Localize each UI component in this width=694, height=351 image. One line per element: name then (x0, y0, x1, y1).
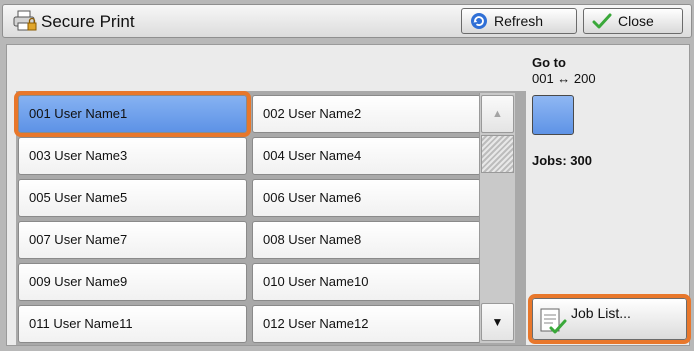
list-item[interactable]: 005 User Name5 (18, 179, 247, 217)
list-item[interactable]: 010 User Name10 (252, 263, 481, 301)
list-item[interactable]: 011 User Name11 (18, 305, 247, 343)
list-item[interactable]: 007 User Name7 (18, 221, 247, 259)
list-item[interactable]: 001 User Name1 (14, 91, 251, 137)
list-item[interactable]: 009 User Name9 (18, 263, 247, 301)
printer-lock-icon (13, 10, 37, 31)
scroll-down-button[interactable]: ▼ (481, 303, 514, 341)
goto-range: 001 ↔ 200 (532, 71, 596, 86)
list-item[interactable]: 003 User Name3 (18, 137, 247, 175)
job-list: 001 User Name1 002 User Name2 003 User N… (14, 91, 526, 345)
page-title: Secure Print (41, 12, 135, 31)
list-scrollbar[interactable]: ▲ ▼ (479, 93, 515, 343)
checkmark-icon (592, 13, 612, 29)
document-check-icon (540, 308, 567, 334)
list-item[interactable]: 006 User Name6 (252, 179, 481, 217)
refresh-label: Refresh (494, 13, 544, 29)
refresh-button[interactable]: Refresh (461, 8, 577, 34)
list-item[interactable]: 004 User Name4 (252, 137, 481, 175)
scroll-up-button[interactable]: ▲ (481, 95, 514, 133)
job-list-button[interactable]: Job List... (528, 294, 691, 344)
scroll-thumb[interactable] (481, 135, 514, 173)
main-panel: 001 User Name1 002 User Name2 003 User N… (6, 44, 691, 346)
job-list-label: Job List... (571, 305, 631, 321)
title-bar: Secure Print Refresh Close (2, 4, 692, 38)
list-item[interactable]: 008 User Name8 (252, 221, 481, 259)
jobs-count: Jobs: 300 (532, 153, 592, 168)
close-label: Close (618, 13, 654, 29)
list-item[interactable]: 012 User Name12 (252, 305, 481, 343)
close-button[interactable]: Close (583, 8, 683, 34)
goto-button[interactable] (532, 95, 574, 135)
refresh-icon (471, 13, 487, 29)
goto-label: Go to (532, 55, 566, 70)
list-item[interactable]: 002 User Name2 (252, 95, 481, 133)
